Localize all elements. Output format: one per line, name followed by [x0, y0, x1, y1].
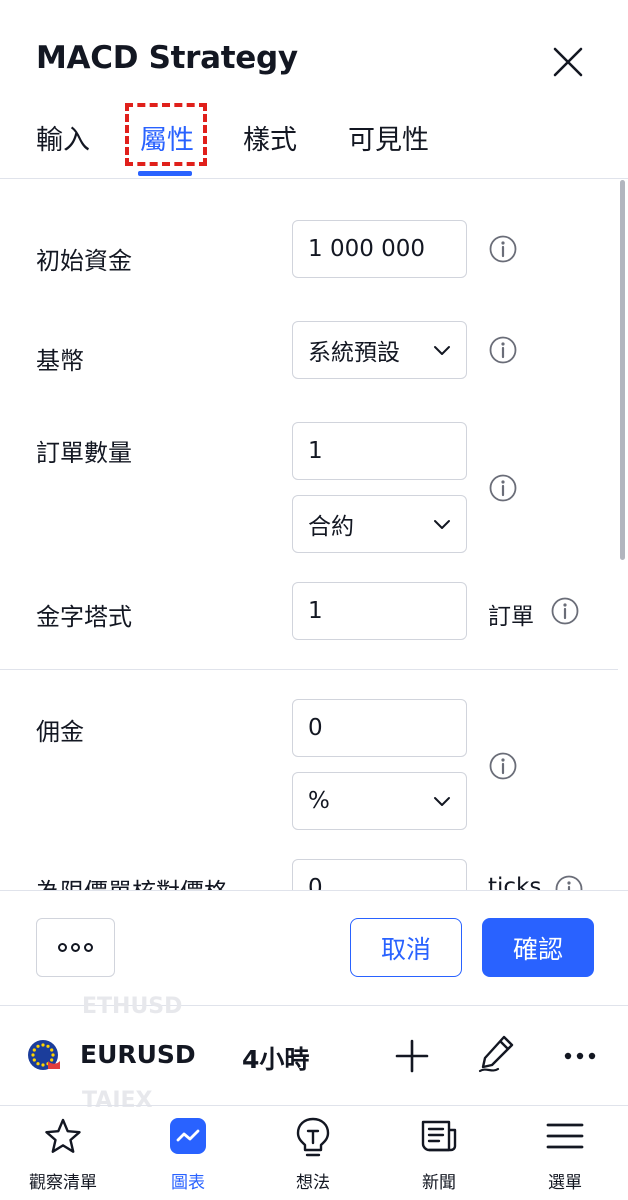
nav-label: 觀察清單: [29, 1173, 97, 1193]
nav-label: 圖表: [171, 1173, 205, 1193]
initial-capital-value: 1 000 000: [308, 236, 426, 262]
toolbar-divider: [0, 1105, 628, 1106]
commission-unit-value: %: [308, 788, 330, 814]
eu-flag-icon[interactable]: [26, 1038, 60, 1072]
lightbulb-icon: [296, 1117, 330, 1157]
nav-label: 想法: [296, 1173, 330, 1193]
interval-selector[interactable]: 4小時: [242, 1040, 309, 1076]
nav-label: 新聞: [422, 1173, 456, 1193]
ghost-symbol-below: TAIEX: [82, 1088, 153, 1113]
base-currency-select[interactable]: 系統預設: [292, 321, 467, 379]
initial-capital-label: 初始資金: [36, 247, 132, 275]
close-icon: [553, 47, 583, 77]
chart-icon: [170, 1118, 206, 1154]
clipped-row: 為限價單核對價格 0 ticks: [0, 850, 618, 890]
verify-price-unit: ticks: [488, 874, 542, 890]
close-button[interactable]: [548, 42, 588, 82]
cancel-button[interactable]: 取消: [350, 918, 462, 977]
scrollbar[interactable]: [620, 180, 625, 560]
nav-watchlist[interactable]: 觀察清單: [8, 1116, 118, 1196]
tab-style[interactable]: 樣式: [243, 118, 297, 157]
base-currency-label: 基幣: [36, 347, 84, 375]
footer-divider: [0, 890, 628, 891]
tab-visibility[interactable]: 可見性: [348, 118, 429, 157]
active-tab-indicator: [138, 171, 192, 176]
order-size-value: 1: [308, 438, 323, 464]
nav-menu[interactable]: 選單: [510, 1116, 620, 1196]
commission-label: 佣金: [36, 718, 84, 746]
pen-icon[interactable]: [476, 1033, 516, 1073]
nav-news[interactable]: 新聞: [384, 1116, 494, 1196]
chevron-down-icon: [434, 346, 450, 355]
nav-chart[interactable]: 圖表: [133, 1116, 243, 1196]
tab-highlight-annotation: [125, 103, 207, 166]
order-size-unit-select[interactable]: 合約: [292, 495, 467, 553]
chevron-down-icon: [434, 797, 450, 806]
pyramiding-label: 金字塔式: [36, 603, 132, 631]
info-icon[interactable]: [488, 335, 518, 365]
dialog-title: MACD Strategy: [36, 40, 298, 76]
more-horizontal-icon[interactable]: [560, 1036, 600, 1076]
more-options-button[interactable]: [36, 918, 115, 977]
menu-icon: [546, 1123, 584, 1149]
order-size-unit-value: 合約: [308, 514, 354, 540]
symbol-selector[interactable]: EURUSD: [80, 1040, 196, 1069]
info-icon[interactable]: [554, 874, 584, 890]
order-size-label: 訂單數量: [36, 439, 132, 467]
pyramiding-unit: 訂單: [488, 604, 534, 630]
commission-value: 0: [308, 715, 323, 741]
base-currency-value: 系統預設: [308, 340, 400, 366]
news-icon: [421, 1120, 457, 1152]
commission-unit-select[interactable]: %: [292, 772, 467, 830]
info-icon[interactable]: [550, 596, 580, 626]
ok-button[interactable]: 確認: [482, 918, 594, 977]
pyramiding-input[interactable]: 1: [292, 582, 467, 640]
verify-price-input[interactable]: 0: [292, 859, 467, 890]
initial-capital-input[interactable]: 1 000 000: [292, 220, 467, 278]
verify-price-value: 0: [308, 875, 323, 890]
section-divider: [0, 669, 618, 670]
tab-inputs[interactable]: 輸入: [36, 118, 90, 157]
plus-icon[interactable]: [392, 1036, 432, 1076]
ellipsis-icon: [56, 943, 95, 952]
verify-price-label: 為限價單核對價格: [36, 872, 228, 890]
chevron-down-icon: [434, 520, 450, 529]
ghost-symbol-above: ETHUSD: [82, 994, 183, 1019]
tabs-divider: [0, 178, 628, 179]
info-icon[interactable]: [488, 473, 518, 503]
star-icon: [45, 1118, 81, 1153]
nav-ideas[interactable]: 想法: [258, 1116, 368, 1196]
nav-label: 選單: [548, 1173, 582, 1193]
pyramiding-value: 1: [308, 598, 323, 624]
commission-input[interactable]: 0: [292, 699, 467, 757]
info-icon[interactable]: [488, 751, 518, 781]
order-size-input[interactable]: 1: [292, 422, 467, 480]
info-icon[interactable]: [488, 234, 518, 264]
